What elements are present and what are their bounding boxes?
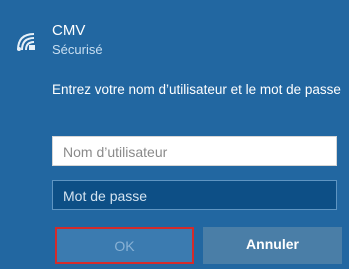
password-field[interactable]: Mot de passe: [52, 180, 337, 210]
ok-button[interactable]: OK: [55, 227, 194, 264]
cancel-button[interactable]: Annuler: [203, 227, 342, 264]
network-name: CMV: [52, 22, 86, 39]
wifi-secured-icon: [17, 33, 35, 51]
username-field[interactable]: Nom d’utilisateur: [52, 136, 337, 166]
wifi-login-panel: CMV Sécurisé Entrez votre nom d’utilisat…: [0, 0, 349, 269]
credentials-prompt: Entrez votre nom d’utilisateur et le mot…: [52, 82, 341, 97]
network-security-status: Sécurisé: [52, 42, 103, 57]
